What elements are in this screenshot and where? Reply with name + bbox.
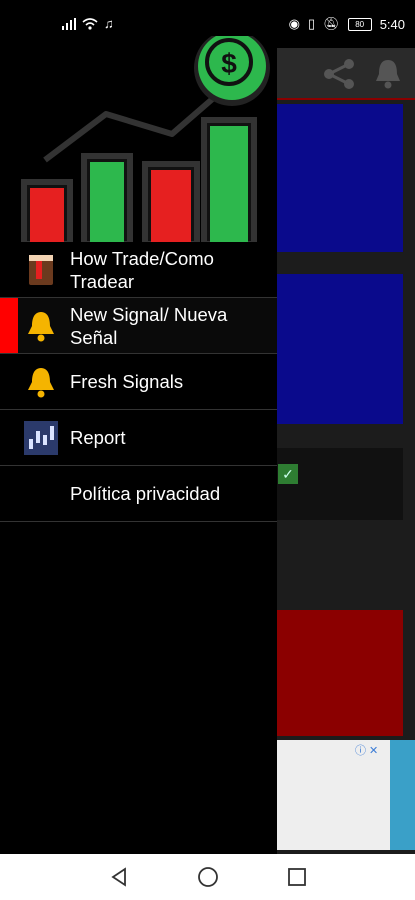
menu-item-report[interactable]: Report [0,410,277,466]
drawer-menu: How Trade/Como Tradear New Signal/ Nueva… [0,242,277,522]
clock: 5:40 [379,16,405,32]
mute-icon: 🔕︎ [323,16,340,31]
battery-icon: 80 [347,17,372,31]
menu-item-label: Report [70,427,126,448]
menu-item-privacy-policy[interactable]: Política privacidad [0,466,277,522]
back-icon[interactable] [108,866,130,888]
menu-item-new-signal[interactable]: New Signal/ Nueva Señal [0,298,277,354]
active-indicator [0,298,18,353]
chart-icon [24,420,58,455]
system-navigation-bar [0,854,415,900]
book-icon [29,254,53,285]
ad-close-icon[interactable]: ⓘ ✕ [355,742,378,758]
app-logo-chart: $ [21,36,270,242]
music-icon: ♫ [104,16,114,31]
menu-item-label: Fresh Signals [70,371,184,392]
notification-bell-icon[interactable] [371,56,405,90]
share-icon[interactable] [321,58,357,90]
svg-text:$: $ [221,48,237,79]
menu-item-label: How Trade/Como Tradear [70,247,214,292]
ad-banner-edge [390,740,415,850]
signal-icon [62,17,76,30]
signal-card[interactable] [277,104,403,252]
status-left-icons: ♫ [62,16,114,31]
check-icon[interactable]: ✓ [278,464,298,484]
vibrate-icon: ▯ [308,16,316,31]
menu-item-label: Política privacidad [70,483,221,504]
home-icon[interactable] [197,866,219,888]
bell-icon [28,367,54,397]
menu-item-label: New Signal/ Nueva Señal [70,303,228,348]
signal-card[interactable] [277,610,403,736]
navigation-drawer: $ How Trade/Como Tradear New Signal/ Nue… [0,36,277,854]
signal-card[interactable] [277,274,403,424]
bell-icon [28,311,54,341]
signal-card[interactable] [277,448,403,520]
status-right-icons: ◉ ▯ 🔕︎ 80 5:40 [289,16,405,32]
eye-icon: ◉ [288,16,301,31]
recents-icon[interactable] [286,866,308,888]
menu-item-fresh-signals[interactable]: Fresh Signals [0,354,277,410]
menu-item-how-trade[interactable]: How Trade/Como Tradear [0,242,277,298]
wifi-icon [82,17,98,30]
